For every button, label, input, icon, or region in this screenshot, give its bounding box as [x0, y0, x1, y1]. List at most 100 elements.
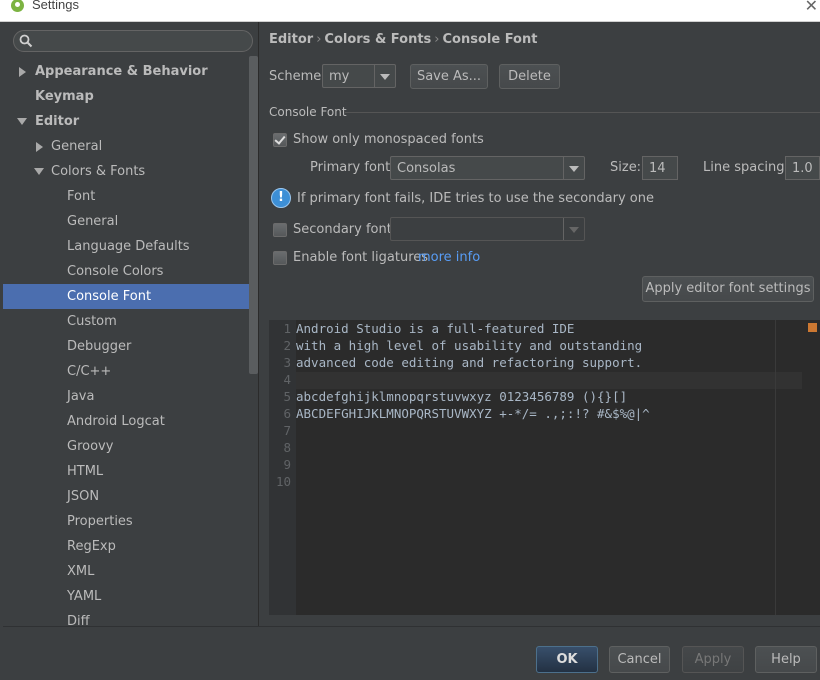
- tree-item-properties[interactable]: Properties: [3, 509, 258, 534]
- tree-item-label: Keymap: [35, 89, 94, 104]
- chevron-down-icon[interactable]: [34, 168, 44, 175]
- tree-item-android-logcat[interactable]: Android Logcat: [3, 409, 258, 434]
- tree-item-label: Font: [67, 189, 96, 204]
- tree-item-groovy[interactable]: Groovy: [3, 434, 258, 459]
- line-spacing-value: 1.0: [792, 161, 813, 176]
- divider: [258, 626, 820, 627]
- tree-item-general[interactable]: General: [3, 209, 258, 234]
- delete-button[interactable]: Delete: [499, 64, 560, 89]
- tree-item-yaml[interactable]: YAML: [3, 584, 258, 609]
- font-ligatures-label: Enable font ligatures: [293, 250, 429, 265]
- preview-line: 9: [269, 456, 799, 473]
- line-spacing-label: Line spacing:: [703, 160, 789, 175]
- line-text: abcdefghijklmnopqrstuvwxyz 0123456789 ()…: [296, 389, 628, 404]
- tree-item-appearance-behavior[interactable]: Appearance & Behavior: [3, 59, 258, 84]
- tree-item-label: HTML: [67, 464, 104, 479]
- line-number: 6: [283, 406, 291, 421]
- tree-item-label: Android Logcat: [67, 414, 165, 429]
- tree-item-label: JSON: [67, 489, 100, 504]
- tree-item-console-font[interactable]: Console Font: [3, 284, 258, 309]
- tree-item-diff[interactable]: Diff: [3, 609, 258, 626]
- line-text: Android Studio is a full-featured IDE: [296, 321, 575, 336]
- tree-item-editor[interactable]: Editor: [3, 109, 258, 134]
- breadcrumb-console-font: Console Font: [442, 32, 538, 47]
- show-monospaced-checkbox[interactable]: [273, 133, 287, 147]
- tree-item-label: General: [67, 214, 119, 229]
- line-spacing-input[interactable]: 1.0: [785, 156, 820, 180]
- font-preview-editor[interactable]: 1 Android Studio is a full-featured IDE 2…: [269, 320, 820, 615]
- tree-item-regexp[interactable]: RegExp: [3, 534, 258, 559]
- tree-item-label: Language Defaults: [67, 239, 190, 254]
- tree-item-editor-general[interactable]: General: [3, 134, 258, 159]
- tree-item-font[interactable]: Font: [3, 184, 258, 209]
- info-text: If primary font fails, IDE tries to use …: [297, 191, 654, 206]
- line-number: 3: [283, 355, 291, 370]
- tree-item-xml[interactable]: XML: [3, 559, 258, 584]
- secondary-font-select[interactable]: [390, 217, 585, 241]
- search-icon: [19, 34, 33, 48]
- tree-item-label: Appearance & Behavior: [35, 64, 208, 79]
- line-number: 10: [275, 474, 291, 489]
- scheme-select[interactable]: my: [322, 64, 396, 88]
- tree-item-label: RegExp: [67, 539, 116, 554]
- tree-item-label: Java: [67, 389, 95, 404]
- size-label: Size:: [610, 160, 642, 175]
- breadcrumb-colors-fonts: Colors & Fonts: [324, 32, 432, 47]
- primary-font-value: Consolas: [397, 161, 456, 176]
- show-monospaced-label: Show only monospaced fonts: [293, 132, 484, 147]
- chevron-down-icon[interactable]: [563, 157, 584, 179]
- breadcrumb: Editor › Colors & Fonts › Console Font: [269, 32, 537, 47]
- secondary-font-label: Secondary font:: [293, 222, 397, 237]
- cancel-button[interactable]: Cancel: [609, 646, 670, 673]
- preview-line: 1 Android Studio is a full-featured IDE: [269, 320, 799, 337]
- font-ligatures-checkbox[interactable]: [273, 251, 287, 265]
- tree-item-html[interactable]: HTML: [3, 459, 258, 484]
- error-stripe-marker: [808, 323, 817, 332]
- close-icon[interactable]: ✕: [805, 0, 818, 15]
- line-number: 4: [283, 372, 291, 387]
- chevron-down-icon[interactable]: [17, 118, 27, 125]
- tree-item-custom[interactable]: Custom: [3, 309, 258, 334]
- tree-item-label: YAML: [67, 589, 102, 604]
- settings-sidebar: Appearance & Behavior Keymap Editor Gene…: [3, 22, 259, 626]
- help-button[interactable]: Help: [755, 646, 817, 673]
- android-studio-icon: [11, 0, 24, 12]
- tree-item-language-defaults[interactable]: Language Defaults: [3, 234, 258, 259]
- tree-item-debugger[interactable]: Debugger: [3, 334, 258, 359]
- tree-item-console-colors[interactable]: Console Colors: [3, 259, 258, 284]
- chevron-right-icon[interactable]: [36, 142, 43, 152]
- primary-font-select[interactable]: Consolas: [390, 156, 585, 180]
- line-number: 7: [283, 423, 291, 438]
- primary-font-label: Primary font:: [310, 160, 395, 175]
- tree-item-colors-fonts[interactable]: Colors & Fonts: [3, 159, 258, 184]
- tree-item-keymap[interactable]: Keymap: [3, 84, 258, 109]
- apply-editor-font-button[interactable]: Apply editor font settings: [642, 276, 814, 302]
- tree-item-label: XML: [67, 564, 95, 579]
- ok-button[interactable]: OK: [536, 646, 598, 673]
- tree-item-json[interactable]: JSON: [3, 484, 258, 509]
- tree-item-label: C/C++: [67, 364, 112, 379]
- tree-item-c-cpp[interactable]: C/C++: [3, 359, 258, 384]
- size-input[interactable]: 14: [642, 156, 678, 180]
- more-info-link[interactable]: more info: [418, 250, 480, 265]
- chevron-down-icon[interactable]: [374, 65, 395, 87]
- scheme-label: Scheme:: [269, 69, 326, 84]
- info-icon: !: [271, 188, 291, 208]
- chevron-down-icon[interactable]: [563, 218, 584, 240]
- save-as-button[interactable]: Save As...: [410, 64, 488, 89]
- apply-button[interactable]: Apply: [682, 646, 744, 673]
- divider: [3, 626, 258, 627]
- line-number: 9: [283, 457, 291, 472]
- search-input[interactable]: [13, 30, 253, 52]
- chevron-right-icon[interactable]: [19, 67, 26, 77]
- line-number: 5: [283, 389, 291, 404]
- tree-item-label: Diff: [67, 614, 90, 626]
- tree-item-label: Groovy: [67, 439, 114, 454]
- line-number: 8: [283, 440, 291, 455]
- tree-item-java[interactable]: Java: [3, 384, 258, 409]
- secondary-font-checkbox[interactable]: [273, 223, 287, 237]
- size-value: 14: [649, 161, 666, 176]
- line-text: advanced code editing and refactoring su…: [296, 355, 643, 370]
- sidebar-scrollbar[interactable]: [249, 56, 258, 374]
- breadcrumb-separator: ›: [316, 32, 322, 47]
